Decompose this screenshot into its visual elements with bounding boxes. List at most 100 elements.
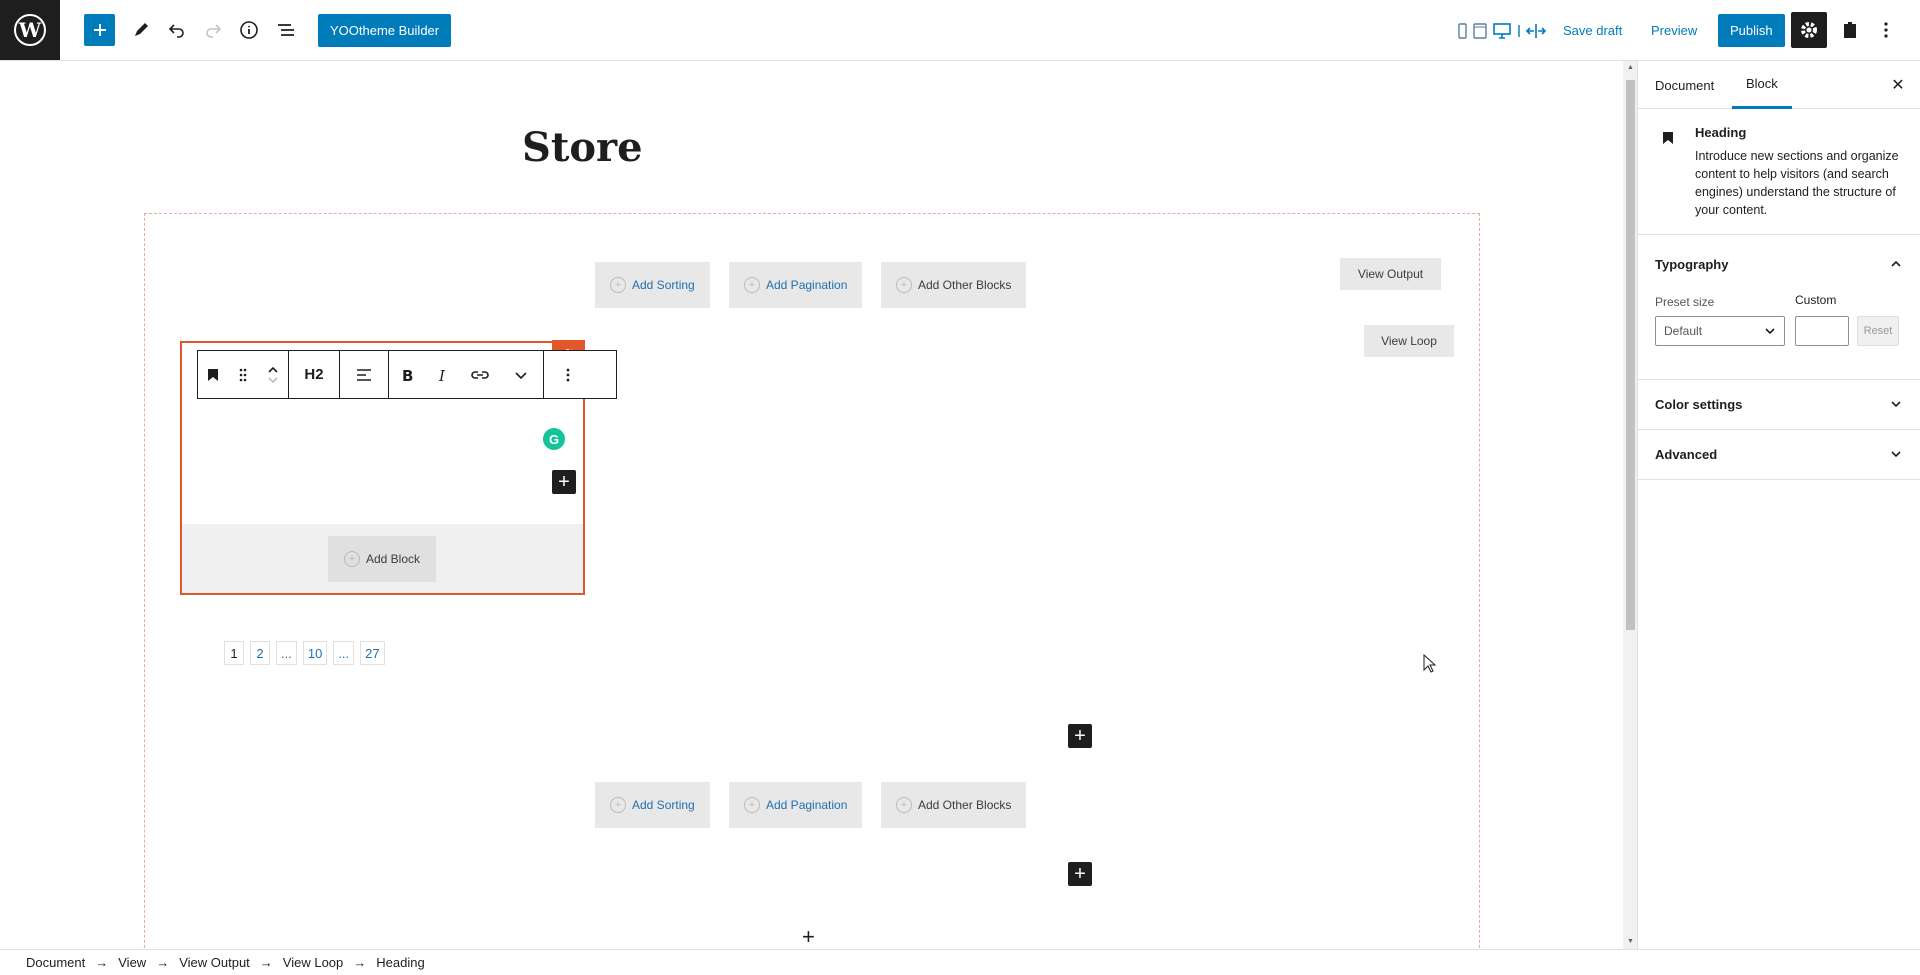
more-vertical-icon — [1884, 22, 1888, 38]
add-other-blocks-button[interactable]: + Add Other Blocks — [881, 782, 1027, 828]
align-button[interactable] — [340, 351, 388, 398]
reset-button[interactable]: Reset — [1857, 316, 1899, 346]
chevron-down-icon[interactable] — [1890, 449, 1902, 459]
plus-circle-icon: + — [896, 277, 912, 293]
block-options-button[interactable] — [544, 351, 592, 398]
yootheme-builder-button[interactable]: YOOtheme Builder — [318, 14, 452, 47]
page-number[interactable]: 27 — [360, 641, 385, 665]
pagination: 1 2 ... 10 ... 27 — [224, 641, 385, 665]
breadcrumb-item-view-loop[interactable]: View Loop — [283, 955, 343, 970]
scroll-up-arrow[interactable]: ▲ — [1626, 64, 1635, 72]
mouse-cursor-icon — [1423, 654, 1437, 673]
block-toolbar-group-move — [198, 351, 289, 398]
bookmark-icon — [208, 368, 218, 381]
add-sorting-button[interactable]: + Add Sorting — [595, 262, 710, 308]
typography-panel-toggle[interactable]: Typography — [1655, 257, 1728, 272]
color-settings-panel: Color settings — [1638, 380, 1920, 430]
mobile-preview-icon[interactable] — [1455, 22, 1469, 40]
save-draft-button[interactable]: Save draft — [1563, 14, 1622, 47]
wordpress-logo-button[interactable]: W — [0, 0, 60, 60]
move-up-down-button[interactable] — [258, 351, 288, 398]
page-ellipsis: ... — [276, 641, 297, 665]
scroll-down-arrow[interactable]: ▼ — [1626, 938, 1635, 946]
tab-block[interactable]: Block — [1732, 61, 1792, 109]
view-output-button[interactable]: View Output — [1340, 258, 1441, 290]
color-settings-toggle[interactable]: Color settings — [1655, 397, 1742, 412]
breadcrumb-separator: → — [259, 955, 273, 970]
editor-top-bar: W YOOtheme Builder Save draft Preview Pu… — [0, 0, 1920, 61]
divider-icon — [1518, 24, 1520, 37]
italic-icon: I — [438, 367, 446, 383]
more-formats-button[interactable] — [499, 351, 543, 398]
tablet-preview-icon[interactable] — [1469, 22, 1491, 40]
inline-add-block-button[interactable]: + — [1068, 862, 1092, 886]
breadcrumb-item-view[interactable]: View — [118, 955, 146, 970]
view-loop-button[interactable]: View Loop — [1364, 325, 1454, 357]
width-toggle-icon[interactable] — [1525, 22, 1547, 40]
undo-button[interactable] — [161, 14, 193, 46]
inline-add-block-button[interactable]: + — [552, 470, 576, 494]
device-preview-group — [1455, 14, 1547, 47]
add-block-label: Add Block — [365, 552, 421, 566]
plus-circle-icon: + — [610, 797, 626, 813]
page-number[interactable]: 1 — [224, 641, 244, 665]
add-other-blocks-button[interactable]: + Add Other Blocks — [881, 262, 1027, 308]
bold-button[interactable]: B — [389, 351, 425, 398]
align-left-icon — [357, 368, 371, 381]
add-pagination-button[interactable]: + Add Pagination — [729, 262, 863, 308]
custom-size-input[interactable] — [1795, 316, 1849, 346]
redo-button[interactable] — [197, 14, 229, 46]
breadcrumb-item-heading[interactable]: Heading — [376, 955, 424, 970]
chevron-up-icon[interactable] — [1890, 259, 1902, 269]
preset-size-select[interactable]: Default — [1655, 316, 1785, 346]
advanced-panel: Advanced — [1638, 430, 1920, 480]
preset-size-label: Preset size — [1655, 295, 1715, 309]
list-view-button[interactable] — [270, 14, 302, 46]
list-view-icon — [278, 24, 294, 36]
italic-button[interactable]: I — [425, 351, 461, 398]
link-icon — [471, 370, 489, 379]
add-pagination-label: Add Pagination — [766, 798, 848, 812]
page-number[interactable]: 10 — [302, 641, 328, 665]
sidebar-tabs: Document Block ✕ — [1638, 61, 1920, 109]
add-pagination-label: Add Pagination — [766, 278, 848, 292]
bookmark-icon — [1663, 132, 1673, 144]
plugin-button[interactable] — [1834, 14, 1866, 46]
advanced-toggle[interactable]: Advanced — [1655, 447, 1717, 462]
page-number[interactable]: 2 — [250, 641, 270, 665]
drag-handle-icon — [239, 368, 247, 381]
pencil-icon — [135, 23, 148, 36]
gear-icon — [1801, 22, 1817, 38]
close-sidebar-button[interactable]: ✕ — [1886, 73, 1910, 97]
breadcrumb-item-document[interactable]: Document — [26, 955, 85, 970]
breadcrumb-separator: → — [353, 955, 367, 970]
append-block-button[interactable]: + — [802, 924, 815, 950]
settings-button[interactable] — [1791, 12, 1827, 48]
svg-text:B: B — [402, 367, 413, 383]
undo-icon — [168, 24, 184, 38]
more-options-button[interactable] — [1870, 14, 1902, 46]
canvas-scrollbar-thumb[interactable] — [1626, 80, 1635, 630]
chevron-down-icon[interactable] — [1890, 399, 1902, 409]
breadcrumb-item-view-output[interactable]: View Output — [179, 955, 250, 970]
publish-button[interactable]: Publish — [1718, 14, 1785, 47]
heading-level-button[interactable]: H2 — [289, 351, 339, 398]
page-title[interactable]: Store — [522, 124, 643, 171]
tab-document[interactable]: Document — [1655, 61, 1714, 109]
desktop-preview-icon[interactable] — [1491, 22, 1513, 40]
info-icon — [240, 21, 258, 39]
add-block-inserter-button[interactable] — [84, 14, 115, 46]
drag-handle[interactable] — [228, 351, 258, 398]
tools-button[interactable] — [125, 14, 157, 46]
details-button[interactable] — [233, 14, 265, 46]
add-block-button[interactable]: + Add Block — [328, 536, 436, 582]
plugin-icon — [1844, 22, 1856, 38]
block-card-title: Heading — [1695, 125, 1747, 140]
heading-block-type-button[interactable] — [198, 351, 228, 398]
grammarly-icon[interactable]: G — [543, 428, 565, 450]
add-sorting-button[interactable]: + Add Sorting — [595, 782, 710, 828]
link-button[interactable] — [461, 351, 499, 398]
preview-button[interactable]: Preview — [1645, 14, 1703, 47]
inline-add-block-button[interactable]: + — [1068, 724, 1092, 748]
add-pagination-button[interactable]: + Add Pagination — [729, 782, 863, 828]
